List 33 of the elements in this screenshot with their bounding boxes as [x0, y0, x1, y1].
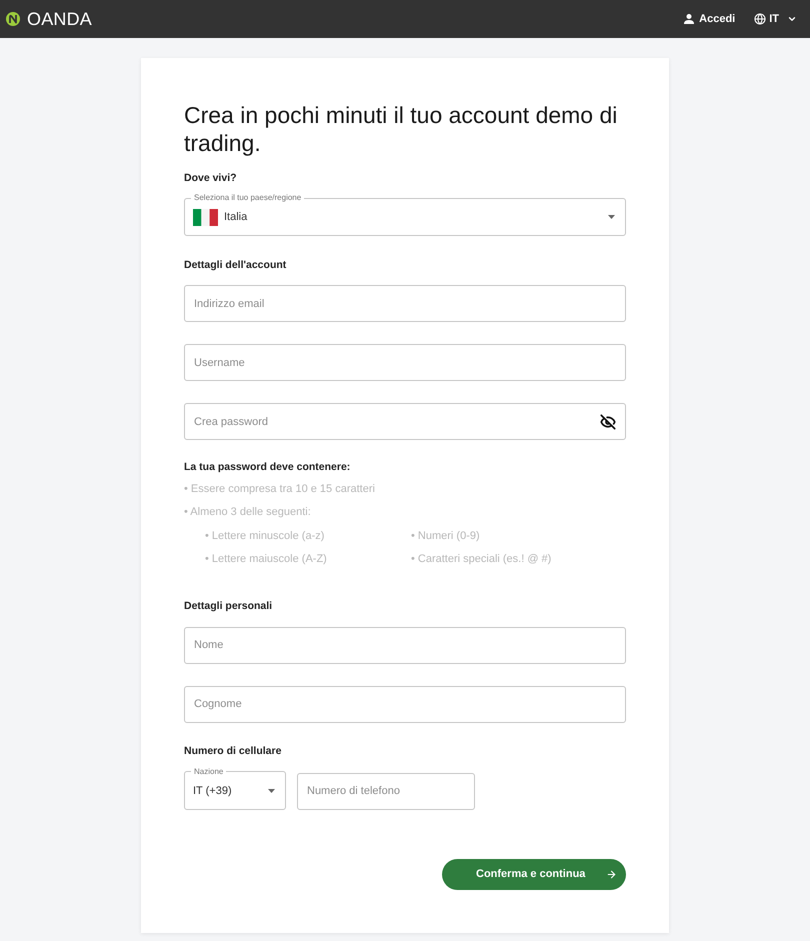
arrow-right-icon — [606, 868, 617, 880]
continue-button[interactable]: Conferma e continua — [442, 858, 626, 890]
requirement-text: • Lettere minuscole (a-z) — [205, 528, 324, 544]
requirement-text: • Numeri (0-9) — [411, 528, 480, 544]
section-heading: Dettagli personali — [184, 598, 272, 613]
login-button[interactable]: Accedi — [684, 13, 736, 25]
italy-flag-icon — [193, 208, 218, 226]
section-heading: Dove vivi? — [184, 171, 237, 185]
form-title: Crea in pochi minuti il tuo account demo di trading. — [184, 101, 618, 157]
country-code-select[interactable]: Nazione IT (+39) — [184, 766, 286, 810]
logo-icon — [6, 12, 20, 26]
password-field[interactable]: Crea password — [184, 403, 626, 440]
requirement-text: • Caratteri speciali (es.! @ #) — [411, 552, 552, 568]
country-select[interactable]: Seleziona il tuo paese/regione Italia — [184, 193, 626, 236]
user-icon — [684, 14, 694, 24]
caret-down-icon — [268, 788, 275, 793]
language-button[interactable]: IT — [754, 13, 797, 25]
requirement-text: • Lettere maiuscole (A-Z) — [205, 552, 327, 568]
input-field[interactable]: Username — [184, 344, 626, 381]
input-field[interactable]: Cognome — [184, 686, 626, 723]
section-heading: La tua password deve contenere: — [184, 460, 350, 474]
globe-icon — [754, 13, 766, 25]
eye-off-icon[interactable] — [600, 414, 616, 430]
requirement-text: • Almeno 3 delle seguenti: — [184, 505, 311, 520]
brand-name: OANDA — [27, 9, 92, 29]
requirement-text: • Essere compresa tra 10 e 15 caratteri — [184, 482, 375, 497]
input-field[interactable]: Indirizzo email — [184, 285, 626, 322]
section-heading: Numero di cellulare — [184, 744, 282, 758]
section-heading: Dettagli dell'account — [184, 258, 286, 272]
phone-field[interactable]: Numero di telefono — [297, 772, 475, 810]
input-field[interactable]: Nome — [184, 626, 626, 664]
chevron-down-icon — [787, 14, 797, 24]
caret-down-icon — [608, 215, 615, 219]
